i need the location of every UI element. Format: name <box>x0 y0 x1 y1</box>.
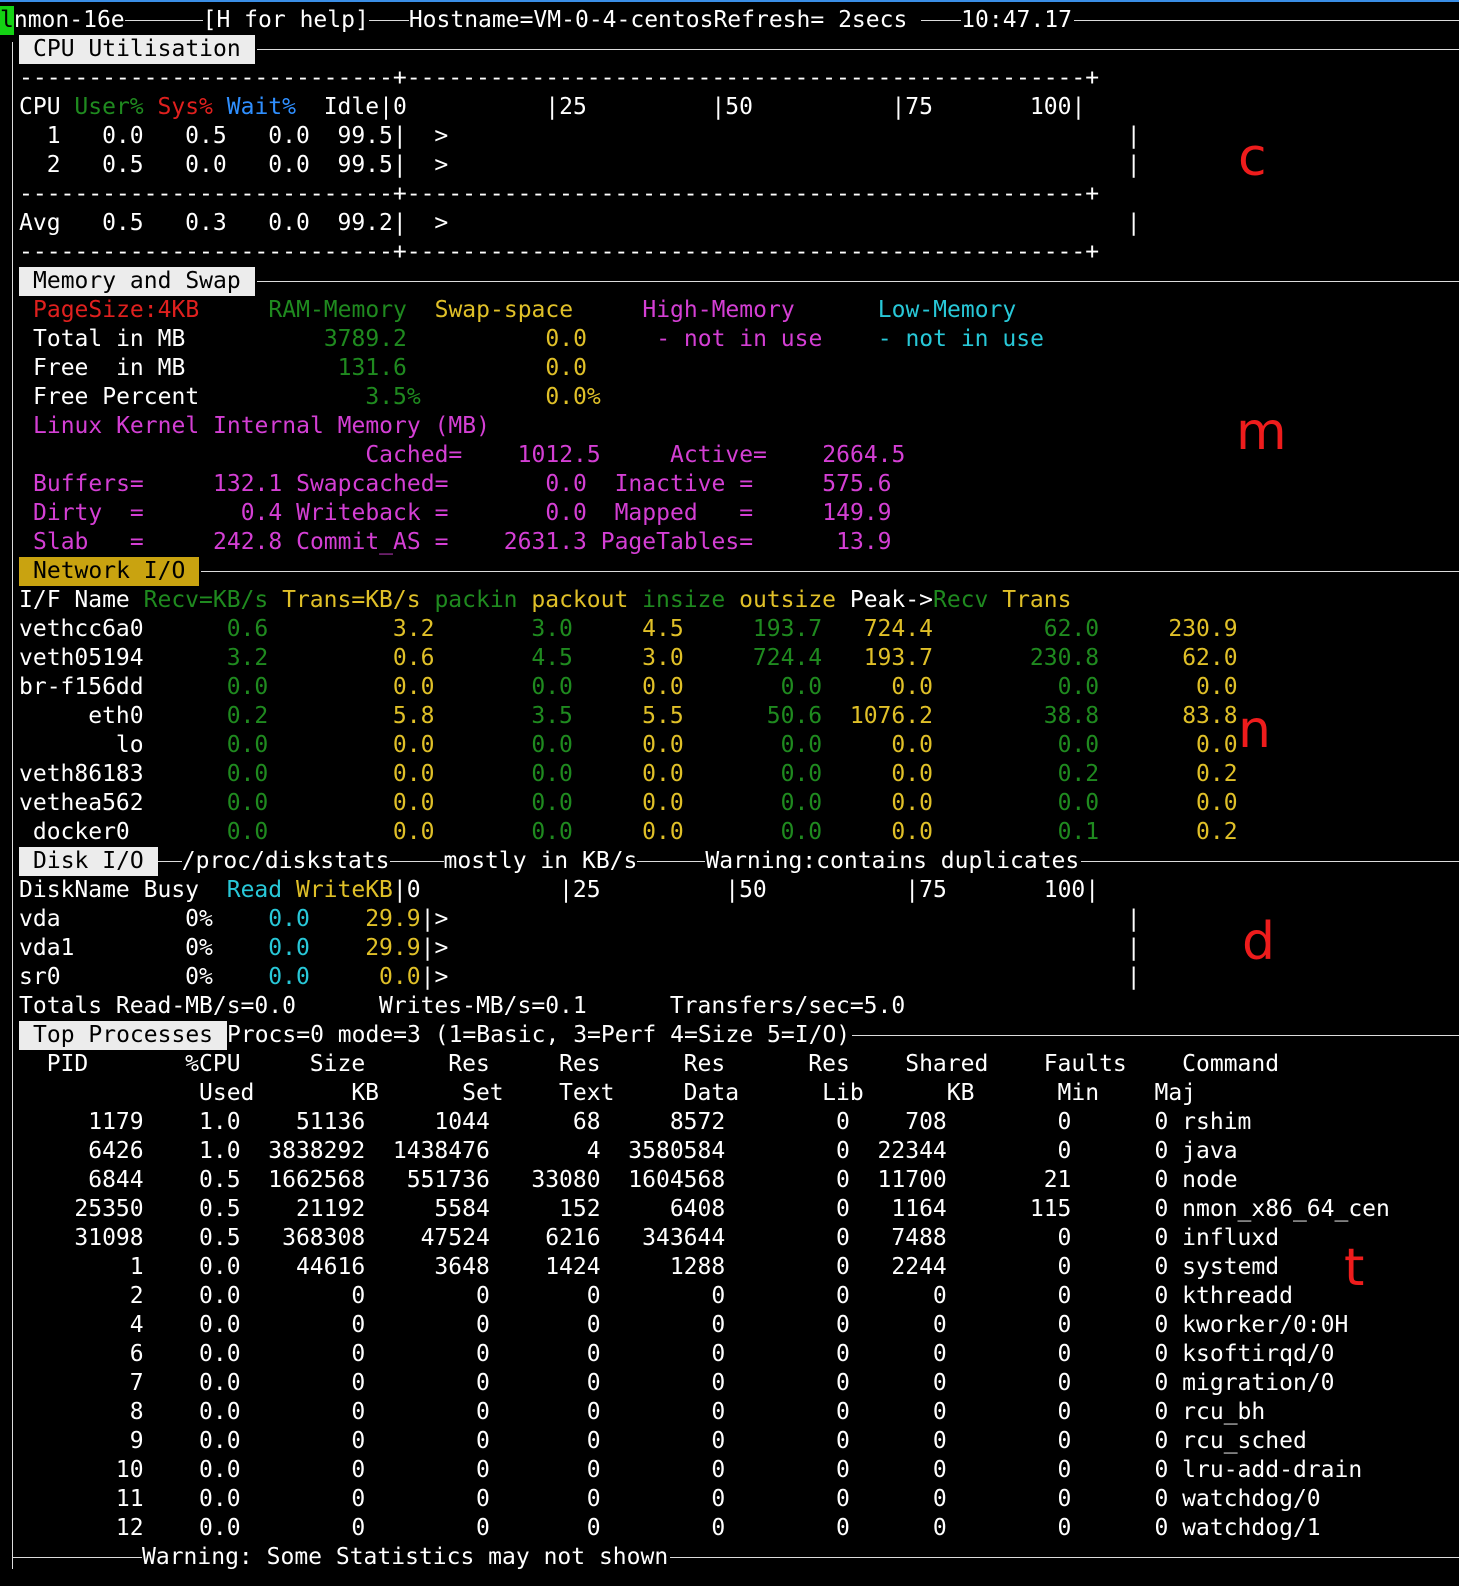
kernel-memory-line: Cached= 1012.5 Active= 2664.5 <box>33 442 906 468</box>
annotation-c: c <box>1238 128 1267 188</box>
footer-warning: Warning: Some Statistics may not shown <box>142 1544 669 1570</box>
process-row[interactable]: 10 0.0 0 0 0 0 0 0 0 0 lru-add-drain <box>19 1456 1362 1485</box>
kernel-memory-line: Buffers= 132.1 Swapcached= 0.0 Inactive … <box>33 471 892 497</box>
process-row[interactable]: 7 0.0 0 0 0 0 0 0 0 0 migration/0 <box>19 1369 1335 1398</box>
top-header-row: PID %CPU Size Res Res Res Res Shared Fau… <box>19 1051 1280 1077</box>
cpu-scale: Idle|0 |25 |50 |75 100| <box>296 94 1086 120</box>
annotation-m: m <box>1236 402 1287 462</box>
network-row: veth05194 3.2 0.6 4.5 3.0 724.4 193.7 23… <box>19 645 1238 671</box>
hostname-refresh: Hostname=VM-0-4-centosRefresh= 2secs <box>408 7 922 33</box>
process-row[interactable]: 25350 0.5 21192 5584 152 6408 0 1164 115… <box>19 1195 1390 1224</box>
disk-row: vda1 0% 0.0 29.9 |> | <box>19 935 1141 961</box>
annotation-d: d <box>1242 912 1276 972</box>
disk-header-row: DiskName Busy Read WriteKB |0 |25 |50 |75… <box>19 877 1100 903</box>
memory-section-title: Memory and Swap <box>19 267 255 296</box>
process-row[interactable]: 2 0.0 0 0 0 0 0 0 0 0 kthreadd <box>19 1282 1293 1311</box>
network-row: lo 0.0 0.0 0.0 0.0 0.0 0.0 0.0 0.0 <box>19 732 1238 758</box>
process-row[interactable]: 6 0.0 0 0 0 0 0 0 0 0 ksoftirqd/0 <box>19 1340 1335 1369</box>
disk-totals: Totals Read-MB/s=0.0 Writes-MB/s=0.1 Tra… <box>19 993 906 1019</box>
cpu-user-header: User% <box>74 94 144 120</box>
memory-header-row: PageSize:4KB RAM-Memory Swap-space High-… <box>33 297 1017 323</box>
process-row[interactable]: 4 0.0 0 0 0 0 0 0 0 0 kworker/0:0H <box>19 1311 1349 1340</box>
disk-row: sr0 0% 0.0 0.0 |> | <box>19 964 1141 990</box>
memory-section-title-line: Memory and Swap <box>19 267 1459 296</box>
network-row: veth86183 0.0 0.0 0.0 0.0 0.0 0.0 0.2 0.… <box>19 761 1238 787</box>
cpu-sys-header: Sys% <box>157 94 213 120</box>
top-header-row: Used KB Set Text Data Lib KB Min Maj <box>19 1080 1197 1106</box>
process-row[interactable]: 12 0.0 0 0 0 0 0 0 0 0 watchdog/1 <box>19 1514 1321 1543</box>
process-row[interactable]: 6426 1.0 3838292 1438476 4 3580584 0 223… <box>19 1137 1237 1166</box>
process-row[interactable]: 1 0.0 44616 3648 1424 1288 0 2244 0 0 sy… <box>19 1253 1279 1282</box>
process-row[interactable]: 31098 0.5 368308 47524 6216 343644 0 748… <box>19 1224 1279 1253</box>
top-mode-info: Procs=0 mode=3 (1=Basic, 3=Perf 4=Size 5… <box>227 1022 851 1048</box>
cpu-row: 2 0.5 0.0 0.0 99.5| > | <box>19 152 1141 178</box>
disk-section-title-line: Disk I/O/proc/diskstats mostly in KB/s War… <box>19 847 1459 876</box>
top-section-title: Top Processes <box>19 1021 228 1050</box>
memory-free-row: Free in MB 131.6 0.0 <box>33 355 587 381</box>
header-line: l nmon-16e [H for help] Hostname=VM-0-4-cen… <box>0 6 1459 35</box>
network-row: br-f156dd 0.0 0.0 0.0 0.0 0.0 0.0 0.0 0.… <box>19 674 1238 700</box>
cpu-row: 1 0.0 0.5 0.0 99.5| > | <box>19 123 1141 149</box>
app-version: nmon-16e <box>13 7 125 33</box>
network-row: vethcc6a0 0.6 3.2 3.0 4.5 193.7 724.4 62… <box>19 616 1238 642</box>
process-row[interactable]: 8 0.0 0 0 0 0 0 0 0 0 rcu_bh <box>19 1398 1265 1427</box>
cpu-section-title: CPU Utilisation <box>19 35 255 64</box>
process-row[interactable]: 6844 0.5 1662568 551736 33080 1604568 0 … <box>19 1166 1237 1195</box>
disk-section-title: Disk I/O <box>19 847 158 876</box>
kernel-memory-line: Dirty = 0.4 Writeback = 0.0 Mapped = 149… <box>33 500 892 526</box>
memory-total-row: Total in MB 3789.2 0.0 - not in use - no… <box>33 326 1044 352</box>
network-section-title-line: Network I/O <box>19 557 1459 586</box>
memory-freepct-row: Free Percent 3.5% 0.0% <box>33 384 601 410</box>
cpu-section-title-line: CPU Utilisation <box>19 35 1459 64</box>
cpu-header-row: CPU User% Sys% Wait% Idle|0 |25 |50 |75 … <box>19 94 1086 120</box>
kernel-memory-title: Linux Kernel Internal Memory (MB) <box>33 413 490 439</box>
clock: 10:47.17 <box>961 7 1072 33</box>
footer-line: Warning: Some Statistics may not shown <box>12 1543 1459 1572</box>
cpu-dash-line-mid: ---------------------------+------------… <box>19 181 1100 207</box>
network-row: docker0 0.0 0.0 0.0 0.0 0.0 0.0 0.1 0.2 <box>19 819 1238 845</box>
cpu-dash-line-top: ---------------------------+------------… <box>19 65 1100 91</box>
annotation-t: t <box>1344 1238 1365 1298</box>
nmon-terminal-screen[interactable]: l nmon-16e [H for help] Hostname=VM-0-4-cen… <box>0 6 1459 1586</box>
help-hint: [H for help] <box>202 7 369 33</box>
network-row: vethea562 0.0 0.0 0.0 0.0 0.0 0.0 0.0 0.… <box>19 790 1238 816</box>
top-section-title-line: Top Processes Procs=0 mode=3 (1=Basic, 3=… <box>19 1021 1459 1050</box>
network-row: eth0 0.2 5.8 3.5 5.5 50.6 1076.2 38.8 83… <box>19 703 1238 729</box>
process-row[interactable]: 11 0.0 0 0 0 0 0 0 0 0 watchdog/0 <box>19 1485 1321 1514</box>
pagesize-label: PageSize:4KB <box>33 297 200 323</box>
cpu-dash-line-bottom: ---------------------------+------------… <box>19 239 1100 265</box>
terminal-cursor: l <box>0 6 14 35</box>
process-row[interactable]: 1179 1.0 51136 1044 68 8572 0 708 0 0 rs… <box>19 1108 1251 1137</box>
disk-row: vda 0% 0.0 29.9 |> | <box>19 906 1141 932</box>
kernel-memory-line: Slab = 242.8 Commit_AS = 2631.3 PageTabl… <box>33 529 892 555</box>
process-row[interactable]: 9 0.0 0 0 0 0 0 0 0 0 rcu_sched <box>19 1427 1307 1456</box>
network-section-title: Network I/O <box>19 557 200 586</box>
left-frame-line <box>12 42 13 1569</box>
window-top-border <box>0 0 1459 2</box>
cpu-wait-header: Wait% <box>226 94 297 120</box>
disk-warning: Warning:contains duplicates <box>705 848 1080 874</box>
cpu-avg-row: Avg 0.5 0.3 0.0 99.2| > | <box>19 210 1141 236</box>
network-header-row: I/F Name Recv=KB/s Trans=KB/s packin pac… <box>19 587 1072 613</box>
annotation-n: n <box>1238 700 1271 760</box>
